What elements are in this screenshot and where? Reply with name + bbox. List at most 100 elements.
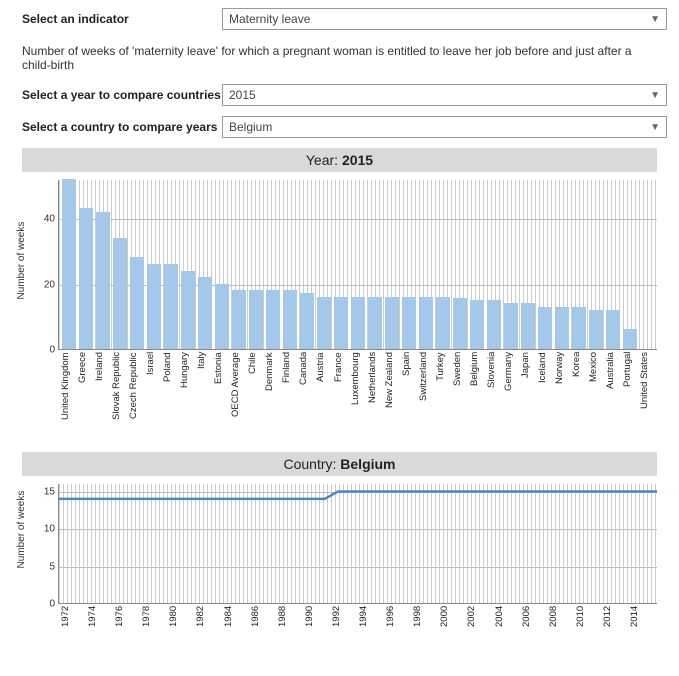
bar <box>487 300 501 349</box>
y-tick: 15 <box>33 486 55 497</box>
bar <box>470 300 484 349</box>
bar <box>249 290 263 349</box>
bar <box>368 297 382 349</box>
bar <box>113 238 127 349</box>
x-tick-label: 1976 <box>114 606 140 634</box>
x-tick-label: 1974 <box>87 606 113 634</box>
country-select-label: Select a country to compare years <box>12 120 222 134</box>
bar <box>300 293 314 349</box>
bar-chart: Number of weeks 02040 United KingdomGree… <box>22 180 657 442</box>
y-tick: 0 <box>33 345 55 356</box>
bar <box>453 298 467 349</box>
bar <box>79 208 93 349</box>
x-tick-label: Hungary <box>179 352 195 442</box>
x-tick-label: 2014 <box>629 606 655 634</box>
line-chart-title: Country: Belgium <box>22 452 657 476</box>
x-tick-label: Finland <box>281 352 297 442</box>
x-tick-label: Luxembourg <box>350 352 366 442</box>
line-series <box>59 484 657 603</box>
bar <box>589 310 603 349</box>
y-tick: 40 <box>33 214 55 225</box>
y-tick: 0 <box>33 599 55 610</box>
x-tick-label: 2006 <box>521 606 547 634</box>
indicator-value: Maternity leave <box>229 12 310 26</box>
line-y-axis-label: Number of weeks <box>16 491 27 569</box>
bar <box>96 212 110 349</box>
x-tick-label: 1998 <box>412 606 438 634</box>
bar <box>147 264 161 349</box>
x-tick-label: Portugal <box>622 352 638 442</box>
x-tick-label: OECD Average <box>230 352 246 442</box>
indicator-select[interactable]: Maternity leave ▼ <box>222 8 667 30</box>
x-tick-label: Slovak Republic <box>111 352 127 442</box>
x-tick-label: 1980 <box>168 606 194 634</box>
x-tick-label: 1972 <box>60 606 86 634</box>
bar <box>130 257 144 349</box>
x-tick-label: Norway <box>554 352 570 442</box>
x-tick-label: 2008 <box>548 606 574 634</box>
bar <box>164 264 178 349</box>
x-tick-label: 1996 <box>385 606 411 634</box>
x-tick-label: Chile <box>247 352 263 442</box>
bar-chart-title: Year: 2015 <box>22 148 657 172</box>
x-tick-label: Canada <box>298 352 314 442</box>
x-tick-label: 1990 <box>304 606 330 634</box>
chevron-down-icon: ▼ <box>650 14 660 25</box>
x-tick-label: New Zealand <box>384 352 400 442</box>
x-tick-label: 2012 <box>602 606 628 634</box>
bar <box>521 303 535 349</box>
x-tick-label: 1986 <box>250 606 276 634</box>
x-tick-label: 1984 <box>223 606 249 634</box>
bar <box>555 307 569 350</box>
indicator-label: Select an indicator <box>12 12 222 26</box>
bar <box>504 303 518 349</box>
x-tick-label: Poland <box>162 352 178 442</box>
x-tick-label: Iceland <box>537 352 553 442</box>
x-tick-label: Netherlands <box>367 352 383 442</box>
y-tick: 20 <box>33 279 55 290</box>
chevron-down-icon: ▼ <box>650 90 660 101</box>
x-tick-label: Mexico <box>588 352 604 442</box>
bar <box>623 329 637 349</box>
bar <box>351 297 365 349</box>
line-chart: Number of weeks 051015 19721974197619781… <box>22 484 657 634</box>
x-tick-label: United Kingdom <box>60 352 76 442</box>
x-tick-label: Israel <box>145 352 161 442</box>
bar <box>334 297 348 349</box>
x-tick-label: Austria <box>315 352 331 442</box>
indicator-description: Number of weeks of 'maternity leave' for… <box>12 40 667 84</box>
year-select[interactable]: 2015 ▼ <box>222 84 667 106</box>
bar <box>606 310 620 349</box>
x-tick-label: 2010 <box>575 606 601 634</box>
x-tick-label: Japan <box>520 352 536 442</box>
bar <box>232 290 246 349</box>
x-tick-label: 1982 <box>195 606 221 634</box>
x-tick-label: Germany <box>503 352 519 442</box>
x-tick-label: 1992 <box>331 606 357 634</box>
x-tick-label: Greece <box>77 352 93 442</box>
bar <box>266 290 280 349</box>
x-tick-label: France <box>333 352 349 442</box>
x-tick-label: Korea <box>571 352 587 442</box>
country-select[interactable]: Belgium ▼ <box>222 116 667 138</box>
x-tick-label: Spain <box>401 352 417 442</box>
bar <box>283 290 297 349</box>
year-select-label: Select a year to compare countries <box>12 88 222 102</box>
bar <box>198 277 212 349</box>
x-tick-label: 2000 <box>439 606 465 634</box>
x-tick-label: Italy <box>196 352 212 442</box>
x-tick-label: 1978 <box>141 606 167 634</box>
x-tick-label: Sweden <box>452 352 468 442</box>
bar <box>436 297 450 349</box>
x-tick-label: Belgium <box>469 352 485 442</box>
year-value: 2015 <box>229 88 256 102</box>
y-tick: 10 <box>33 524 55 535</box>
country-value: Belgium <box>229 120 272 134</box>
x-tick-label: United States <box>639 352 655 442</box>
x-tick-label: 2004 <box>494 606 520 634</box>
bar <box>419 297 433 349</box>
x-tick-label: Turkey <box>435 352 451 442</box>
bar-y-axis-label: Number of weeks <box>16 222 27 300</box>
chevron-down-icon: ▼ <box>650 122 660 133</box>
bar <box>215 284 229 349</box>
